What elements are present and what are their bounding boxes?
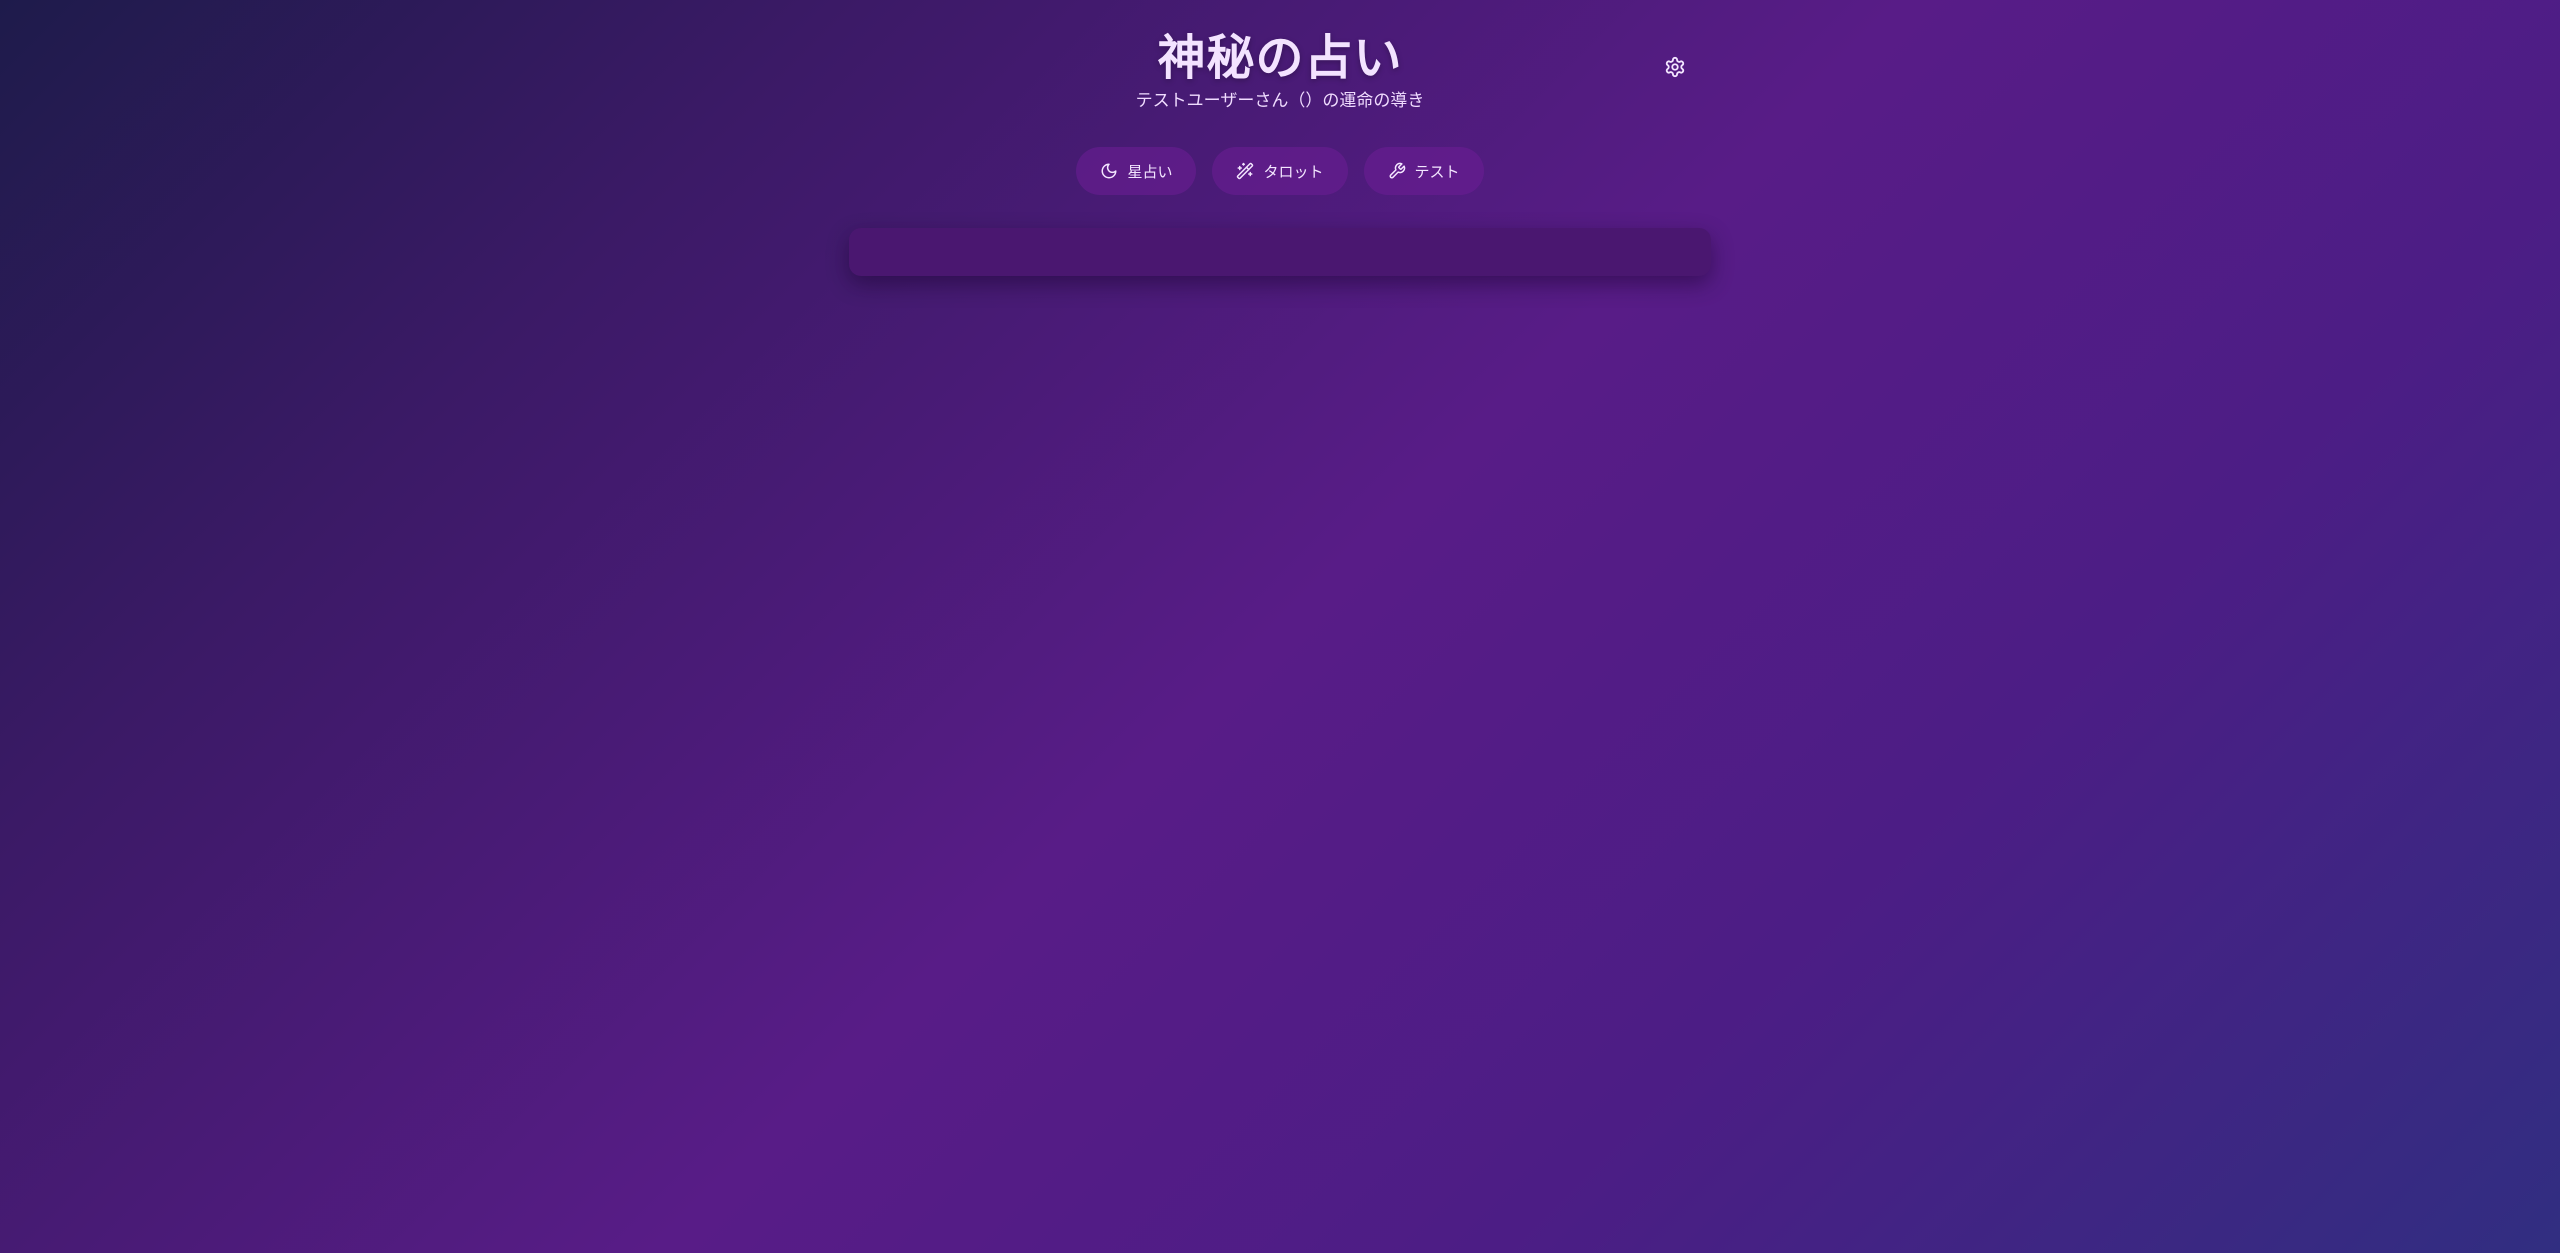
content-panel bbox=[849, 228, 1711, 276]
wrench-icon bbox=[1389, 162, 1405, 179]
moon-icon bbox=[1101, 163, 1117, 179]
settings-button[interactable] bbox=[1661, 53, 1689, 81]
tab-test[interactable]: テスト bbox=[1363, 147, 1484, 195]
nav-tabs: 星占い タロット テスト bbox=[0, 147, 2560, 195]
tab-label: タロット bbox=[1263, 162, 1324, 181]
gear-icon bbox=[1665, 56, 1685, 78]
sparkle-wand-icon bbox=[1237, 162, 1254, 180]
page-subtitle: テストユーザーさん（）の運命の導き bbox=[1135, 91, 1425, 111]
tab-label: 星占い bbox=[1127, 162, 1173, 181]
tab-label: テスト bbox=[1414, 162, 1460, 181]
tab-tarot[interactable]: タロット bbox=[1212, 147, 1348, 195]
page-title: 神秘の占い bbox=[1157, 30, 1403, 86]
tab-horoscope[interactable]: 星占い bbox=[1076, 147, 1197, 195]
